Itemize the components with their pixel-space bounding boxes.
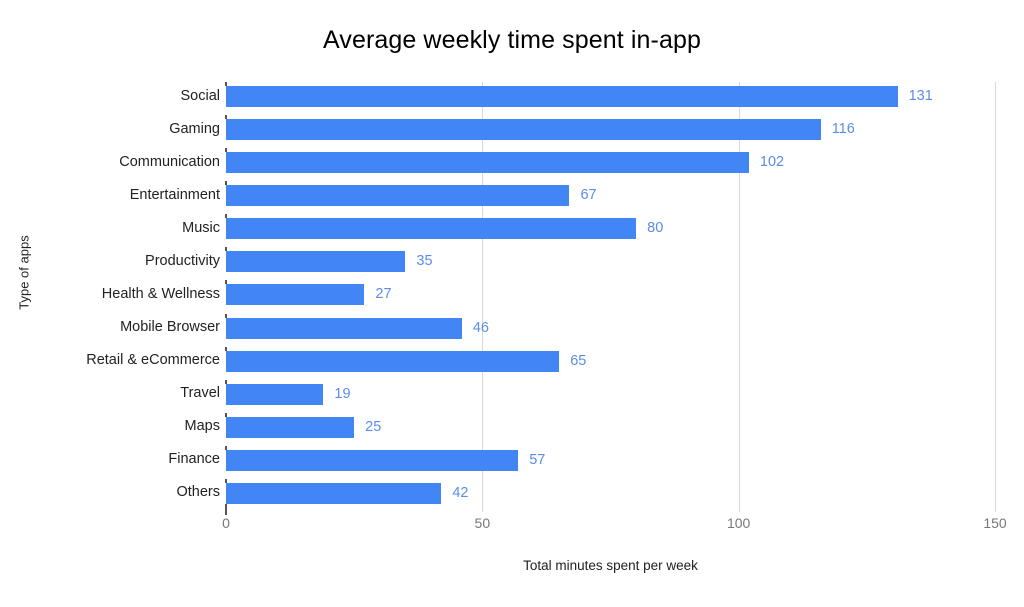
- chart-title: Average weekly time spent in-app: [323, 26, 701, 54]
- y-axis-tick: [225, 247, 227, 252]
- category-label: Travel: [180, 385, 220, 402]
- bar-value-label: 80: [647, 220, 664, 237]
- bar[interactable]: [226, 383, 324, 405]
- bar-row: 67: [226, 185, 995, 207]
- category-label: Maps: [184, 418, 220, 435]
- category-label: Mobile Browser: [120, 319, 220, 336]
- category-label: Music: [182, 219, 220, 236]
- bar-value-label: 67: [580, 187, 597, 204]
- bar-row: 46: [226, 317, 995, 339]
- x-tick-label: 50: [474, 515, 491, 531]
- y-axis-tick: [225, 445, 227, 450]
- bar-row: 25: [226, 416, 995, 438]
- bar-row: 65: [226, 350, 995, 372]
- category-label: Finance: [168, 451, 220, 468]
- bar[interactable]: [226, 152, 749, 174]
- bar[interactable]: [226, 218, 637, 240]
- bar-value-label: 57: [529, 451, 546, 468]
- category-label: Health & Wellness: [101, 285, 220, 302]
- bar-value-label: 35: [416, 253, 433, 270]
- bar-value-label: 102: [759, 154, 785, 171]
- bar[interactable]: [226, 284, 365, 306]
- bar[interactable]: [226, 449, 519, 471]
- bar[interactable]: [226, 350, 560, 372]
- bar-row: 35: [226, 251, 995, 273]
- bar[interactable]: [226, 251, 406, 273]
- bar-row: 19: [226, 383, 995, 405]
- bar-row: 102: [226, 152, 995, 174]
- bar-value-label: 27: [375, 286, 392, 303]
- category-label: Gaming: [169, 120, 220, 137]
- bar-row: 57: [226, 449, 995, 471]
- bar-value-label: 46: [472, 319, 489, 336]
- gridline-150: [995, 82, 996, 512]
- y-axis-tick: [225, 214, 227, 219]
- y-axis-tick: [225, 346, 227, 351]
- bar[interactable]: [226, 482, 442, 504]
- y-axis-tick: [225, 280, 227, 285]
- bar-value-label: 131: [908, 88, 933, 104]
- bar[interactable]: [226, 416, 355, 438]
- bar-value-label: 25: [365, 418, 382, 435]
- bar-value-label: 116: [831, 121, 855, 138]
- x-tick-label: 100: [726, 515, 751, 531]
- y-axis-tick: [225, 181, 227, 186]
- bar-value-label: 19: [334, 385, 351, 402]
- y-axis-tick-labels: Social Gaming Communication Entertainment Mu…: [0, 82, 220, 512]
- category-label: Entertainment: [129, 186, 220, 203]
- bar-row: 131: [226, 86, 995, 107]
- y-axis-tick: [225, 412, 227, 417]
- bar[interactable]: [226, 86, 898, 107]
- bar[interactable]: [226, 119, 821, 141]
- y-axis-tick: [225, 478, 227, 483]
- category-label: Social: [180, 87, 221, 104]
- x-tick-label: 150: [983, 515, 1007, 531]
- y-axis-tick: [225, 115, 227, 120]
- bar-row: 116: [226, 119, 995, 141]
- bar-value-label: 65: [570, 352, 587, 369]
- category-label: Others: [176, 484, 220, 501]
- category-label: Retail & eCommerce: [86, 352, 220, 369]
- y-axis-tick: [225, 379, 227, 384]
- category-label: Communication: [119, 153, 220, 170]
- y-axis-tick: [225, 148, 227, 153]
- bar-row: 80: [226, 218, 995, 240]
- x-axis-tick-labels: 0 50 100 150: [222, 512, 1007, 536]
- x-axis-title: Total minutes spent per week: [523, 558, 698, 573]
- y-axis-tick: [225, 82, 227, 86]
- x-tick-label: 0: [222, 515, 230, 531]
- plot-area: 131 116 102 67 80 35 27 46 65 19 25 57 42: [225, 82, 996, 515]
- y-axis-tick: [225, 313, 227, 318]
- bar-row: 27: [226, 284, 995, 306]
- bar[interactable]: [226, 317, 462, 339]
- bar[interactable]: [226, 185, 570, 207]
- bar-chart: Average weekly time spent in-app Type of…: [0, 0, 1024, 607]
- bar-value-label: 42: [452, 484, 469, 501]
- bar-row: 42: [226, 482, 995, 504]
- category-label: Productivity: [145, 252, 220, 269]
